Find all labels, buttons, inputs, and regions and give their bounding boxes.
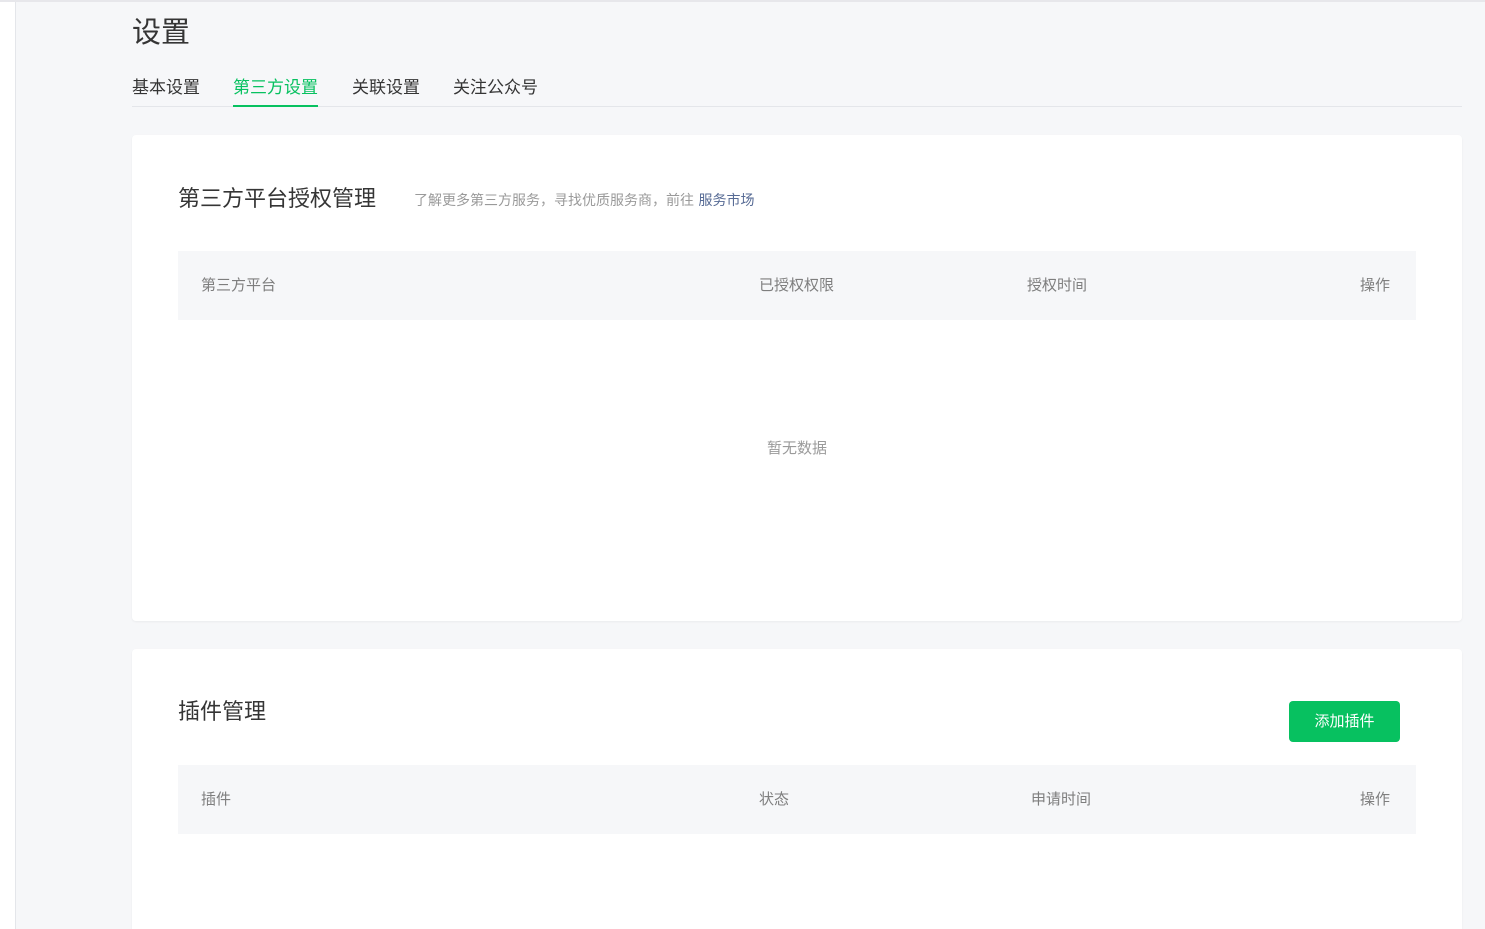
settings-page: 设置 基本设置 第三方设置 关联设置 关注公众号 第三方平台授权管理 了解更多第… (0, 0, 1485, 929)
left-sidebar (0, 2, 16, 929)
add-plugin-button[interactable]: 添加插件 (1289, 701, 1400, 742)
column-header-actions: 操作 (1360, 276, 1391, 294)
service-market-link[interactable]: 服务市场 (698, 193, 754, 209)
column-header-apply-time: 申请时间 (1031, 790, 1092, 808)
empty-state: 暂无数据 (766, 439, 827, 457)
plugin-management-card: 插件管理 添加插件 插件 状态 申请时间 操作 (132, 649, 1462, 929)
column-header-auth-time: 授权时间 (1027, 276, 1088, 294)
tab-linked-settings[interactable]: 关联设置 (352, 72, 420, 107)
column-header-platform: 第三方平台 (201, 276, 277, 294)
page-title: 设置 (132, 15, 191, 49)
auth-table-header: 第三方平台 已授权权限 授权时间 操作 (178, 251, 1416, 320)
plugin-section-title: 插件管理 (178, 700, 267, 725)
settings-tabs: 基本设置 第三方设置 关联设置 关注公众号 (132, 72, 1462, 107)
top-divider (0, 0, 1485, 2)
column-header-permissions: 已授权权限 (759, 276, 835, 294)
auth-section-title: 第三方平台授权管理 (178, 187, 377, 212)
tab-follow-official-account[interactable]: 关注公众号 (453, 72, 538, 107)
column-header-plugin-actions: 操作 (1360, 790, 1391, 808)
auth-section-description: 了解更多第三方服务，寻找优质服务商，前往 服务市场 (414, 191, 754, 211)
tab-basic-settings[interactable]: 基本设置 (132, 72, 200, 107)
third-party-auth-card: 第三方平台授权管理 了解更多第三方服务，寻找优质服务商，前往 服务市场 第三方平… (132, 135, 1462, 621)
plugin-table-header: 插件 状态 申请时间 操作 (178, 765, 1416, 834)
column-header-status: 状态 (759, 790, 790, 808)
auth-description-text: 了解更多第三方服务，寻找优质服务商，前往 (414, 193, 699, 209)
tab-third-party-settings[interactable]: 第三方设置 (233, 72, 318, 107)
column-header-plugin: 插件 (201, 790, 232, 808)
